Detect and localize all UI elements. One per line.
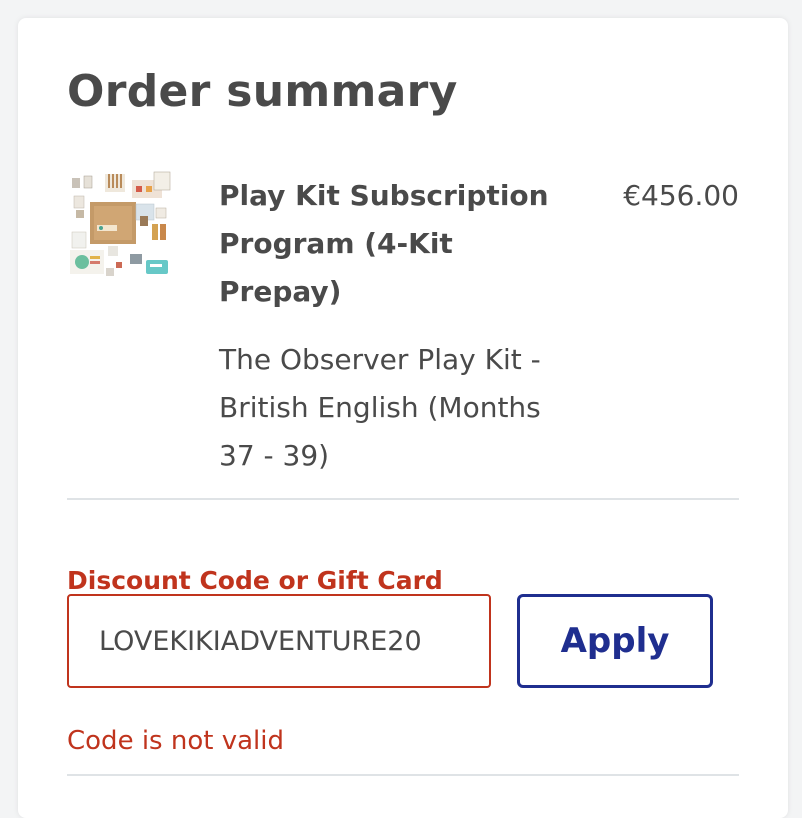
product-price: €456.00 xyxy=(623,179,739,212)
order-summary-card: Order summary Play Kit Subscription Prog… xyxy=(18,18,788,818)
divider-top xyxy=(67,498,739,500)
discount-code-input[interactable] xyxy=(67,594,491,688)
divider-bottom xyxy=(67,774,739,776)
apply-button[interactable]: Apply xyxy=(517,594,713,688)
product-variant: The Observer Play Kit - British English … xyxy=(219,343,541,472)
discount-code-label: Discount Code or Gift Card xyxy=(67,566,443,595)
order-summary-title: Order summary xyxy=(67,66,458,117)
play-kit-thumbnail xyxy=(70,168,174,280)
discount-error-message: Code is not valid xyxy=(67,726,284,756)
product-name: Play Kit Subscription Program (4-Kit Pre… xyxy=(219,179,549,308)
